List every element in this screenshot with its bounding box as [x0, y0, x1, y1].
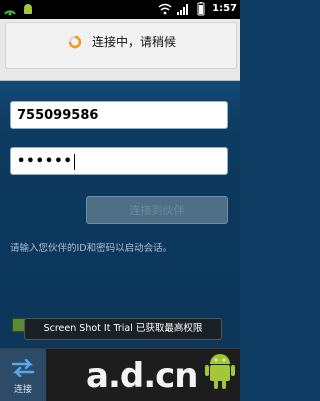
- connecting-dialog: 连接中，请稍候: [5, 22, 237, 69]
- nav-item-connect-label: 连接: [13, 385, 32, 395]
- spinner-icon: [68, 35, 82, 49]
- password-value: ••••••: [17, 154, 73, 169]
- partner-id-field[interactable]: 755099586: [10, 101, 228, 129]
- toast: Screen Shot It Trial 已获取最高权限: [24, 318, 222, 340]
- password-field[interactable]: ••••••: [10, 147, 228, 175]
- dialog-message: 连接中，请稍候: [92, 35, 177, 49]
- hint-text: 请输入您伙伴的ID和密码以启动会话。: [10, 243, 173, 254]
- text-caret: [73, 153, 75, 170]
- watermark-text: a.d.cn: [86, 356, 198, 396]
- partner-id-value: 755099586: [17, 108, 99, 123]
- connect-to-partner-button[interactable]: 连接到伙伴: [86, 196, 228, 224]
- arrows-icon: [11, 359, 35, 377]
- android-logo-icon: [205, 354, 235, 389]
- nav-item-connect[interactable]: 连接: [0, 349, 46, 401]
- android-debug-icon: [24, 4, 32, 14]
- status-bar: 1:57: [0, 0, 240, 19]
- wifi-icon: [158, 3, 172, 15]
- battery-icon: [197, 2, 205, 16]
- network-icon: [4, 10, 16, 16]
- signal-icon: [177, 4, 189, 15]
- clock: 1:57: [212, 3, 237, 14]
